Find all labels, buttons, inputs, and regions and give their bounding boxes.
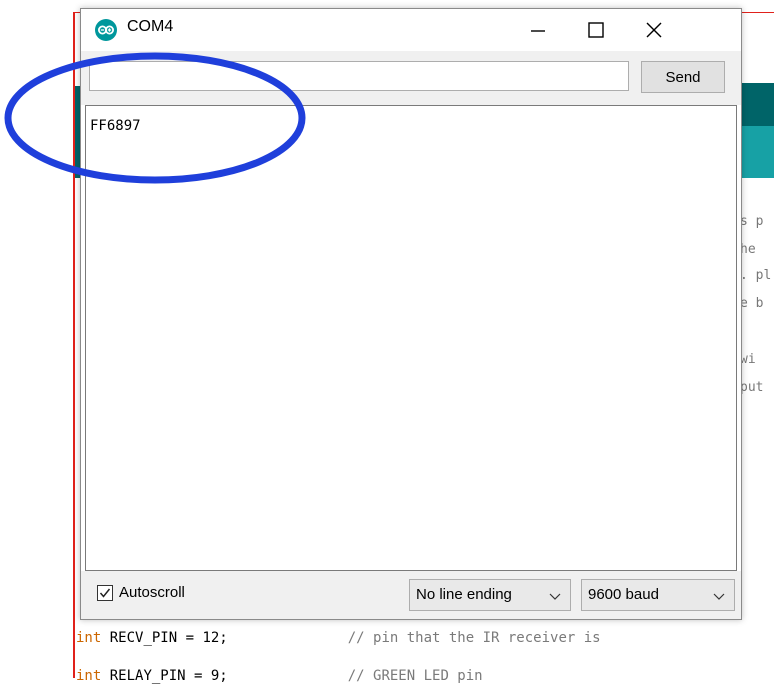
ide-code-fragment: put — [740, 380, 764, 395]
window-title: COM4 — [127, 18, 174, 35]
close-icon — [646, 22, 662, 38]
baud-rate-value: 9600 baud — [588, 586, 659, 603]
code-keyword: int — [76, 668, 102, 684]
code-text: RECV_PIN = 12; — [101, 630, 228, 646]
line-ending-dropdown[interactable]: No line ending — [409, 579, 571, 611]
autoscroll-label: Autoscroll — [119, 584, 185, 601]
chevron-down-icon — [549, 593, 561, 600]
baud-rate-dropdown[interactable]: 9600 baud — [581, 579, 735, 611]
ide-code-fragment: e b — [740, 296, 764, 311]
maximize-button[interactable] — [567, 9, 625, 51]
line-ending-value: No line ending — [416, 586, 512, 603]
title-bar[interactable]: COM4 — [81, 9, 741, 51]
code-comment: // pin that the IR receiver is — [347, 630, 601, 646]
arduino-infinity-icon — [95, 19, 117, 41]
autoscroll-checkbox[interactable] — [97, 585, 113, 601]
send-button[interactable]: Send — [641, 61, 725, 93]
code-text: RELAY_PIN = 9; — [101, 668, 228, 684]
annotation-highlight-ellipse — [4, 52, 306, 184]
code-keyword: int — [76, 630, 102, 646]
bottom-bar: Autoscroll No line ending 9600 baud — [81, 571, 741, 619]
ide-code-fragment: wi — [740, 352, 756, 367]
minimize-icon — [531, 30, 545, 32]
code-comment: // GREEN LED pin — [347, 668, 483, 684]
ide-code-fragment: . pl — [740, 268, 772, 283]
close-button[interactable] — [625, 9, 683, 51]
code-line[interactable]: int RECV_PIN = 12; // pin that the IR rec… — [76, 630, 601, 646]
ide-code-fragment: s p — [740, 214, 764, 229]
chevron-down-icon — [713, 593, 725, 600]
maximize-icon — [588, 22, 604, 38]
code-line[interactable]: int RELAY_PIN = 9; // GREEN LED pin — [76, 668, 483, 684]
ide-code-fragment: he — [740, 242, 756, 257]
checkmark-icon — [99, 588, 111, 598]
minimize-button[interactable] — [509, 9, 567, 51]
